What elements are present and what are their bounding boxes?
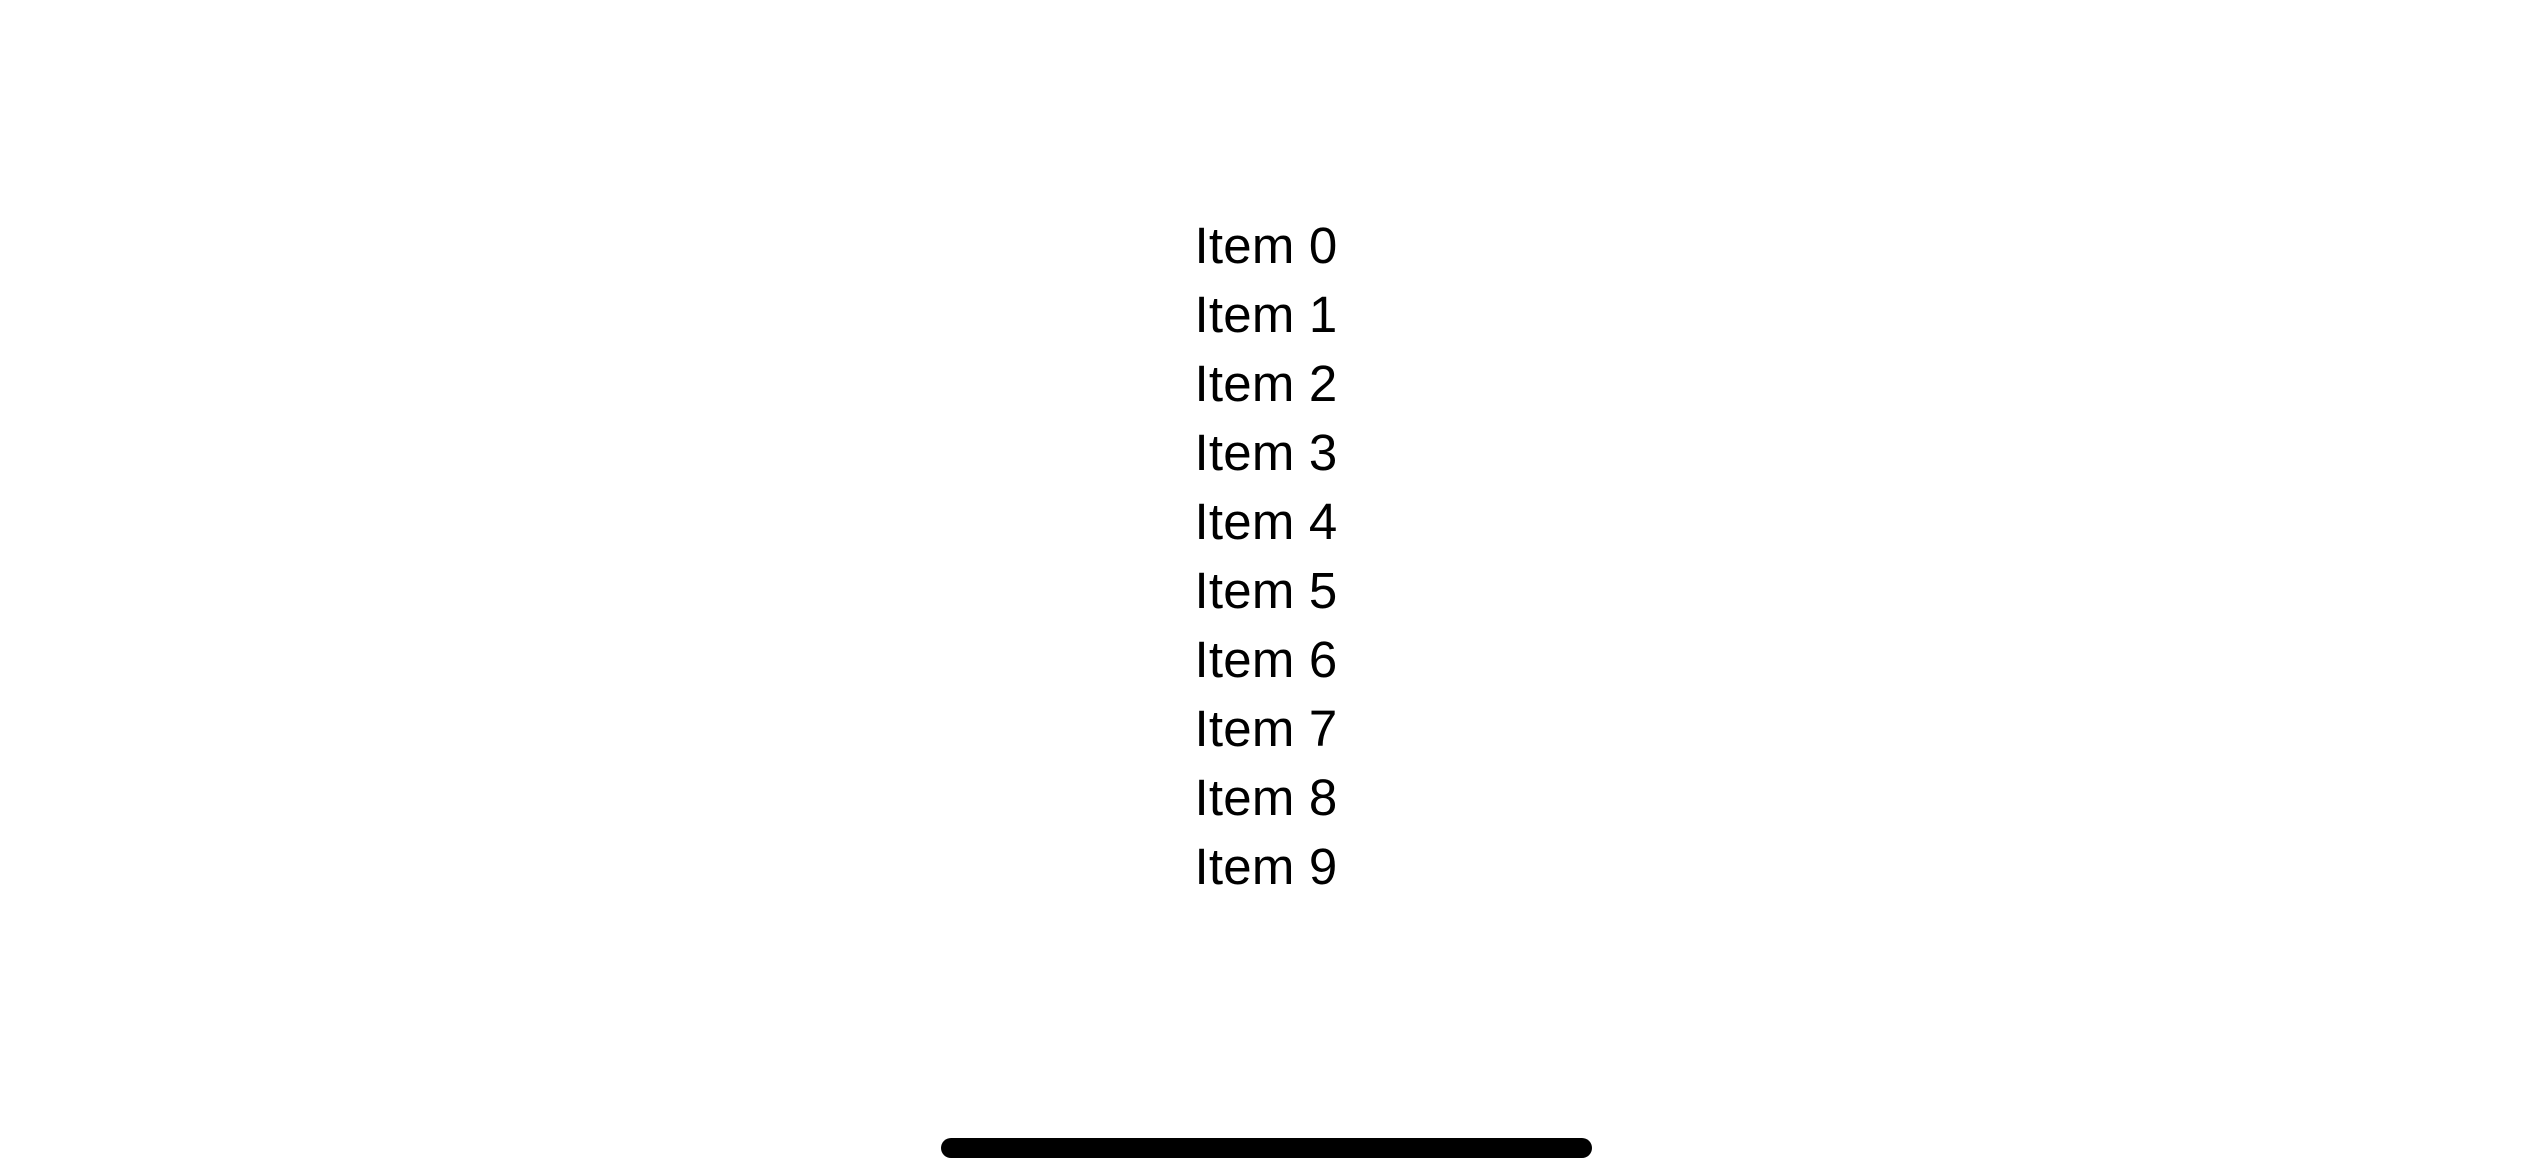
list-item[interactable]: Item 3 xyxy=(0,418,2532,487)
list-item[interactable]: Item 0 xyxy=(0,211,2532,280)
list-item[interactable]: Item 7 xyxy=(0,694,2532,763)
list-item[interactable]: Item 6 xyxy=(0,625,2532,694)
list-item[interactable]: Item 9 xyxy=(0,832,2532,901)
list-item[interactable]: Item 5 xyxy=(0,556,2532,625)
list-item[interactable]: Item 1 xyxy=(0,280,2532,349)
item-list: Item 0 Item 1 Item 2 Item 3 Item 4 Item … xyxy=(0,211,2532,901)
list-item[interactable]: Item 2 xyxy=(0,349,2532,418)
list-item[interactable]: Item 4 xyxy=(0,487,2532,556)
list-item[interactable]: Item 8 xyxy=(0,763,2532,832)
home-indicator[interactable] xyxy=(941,1138,1592,1158)
